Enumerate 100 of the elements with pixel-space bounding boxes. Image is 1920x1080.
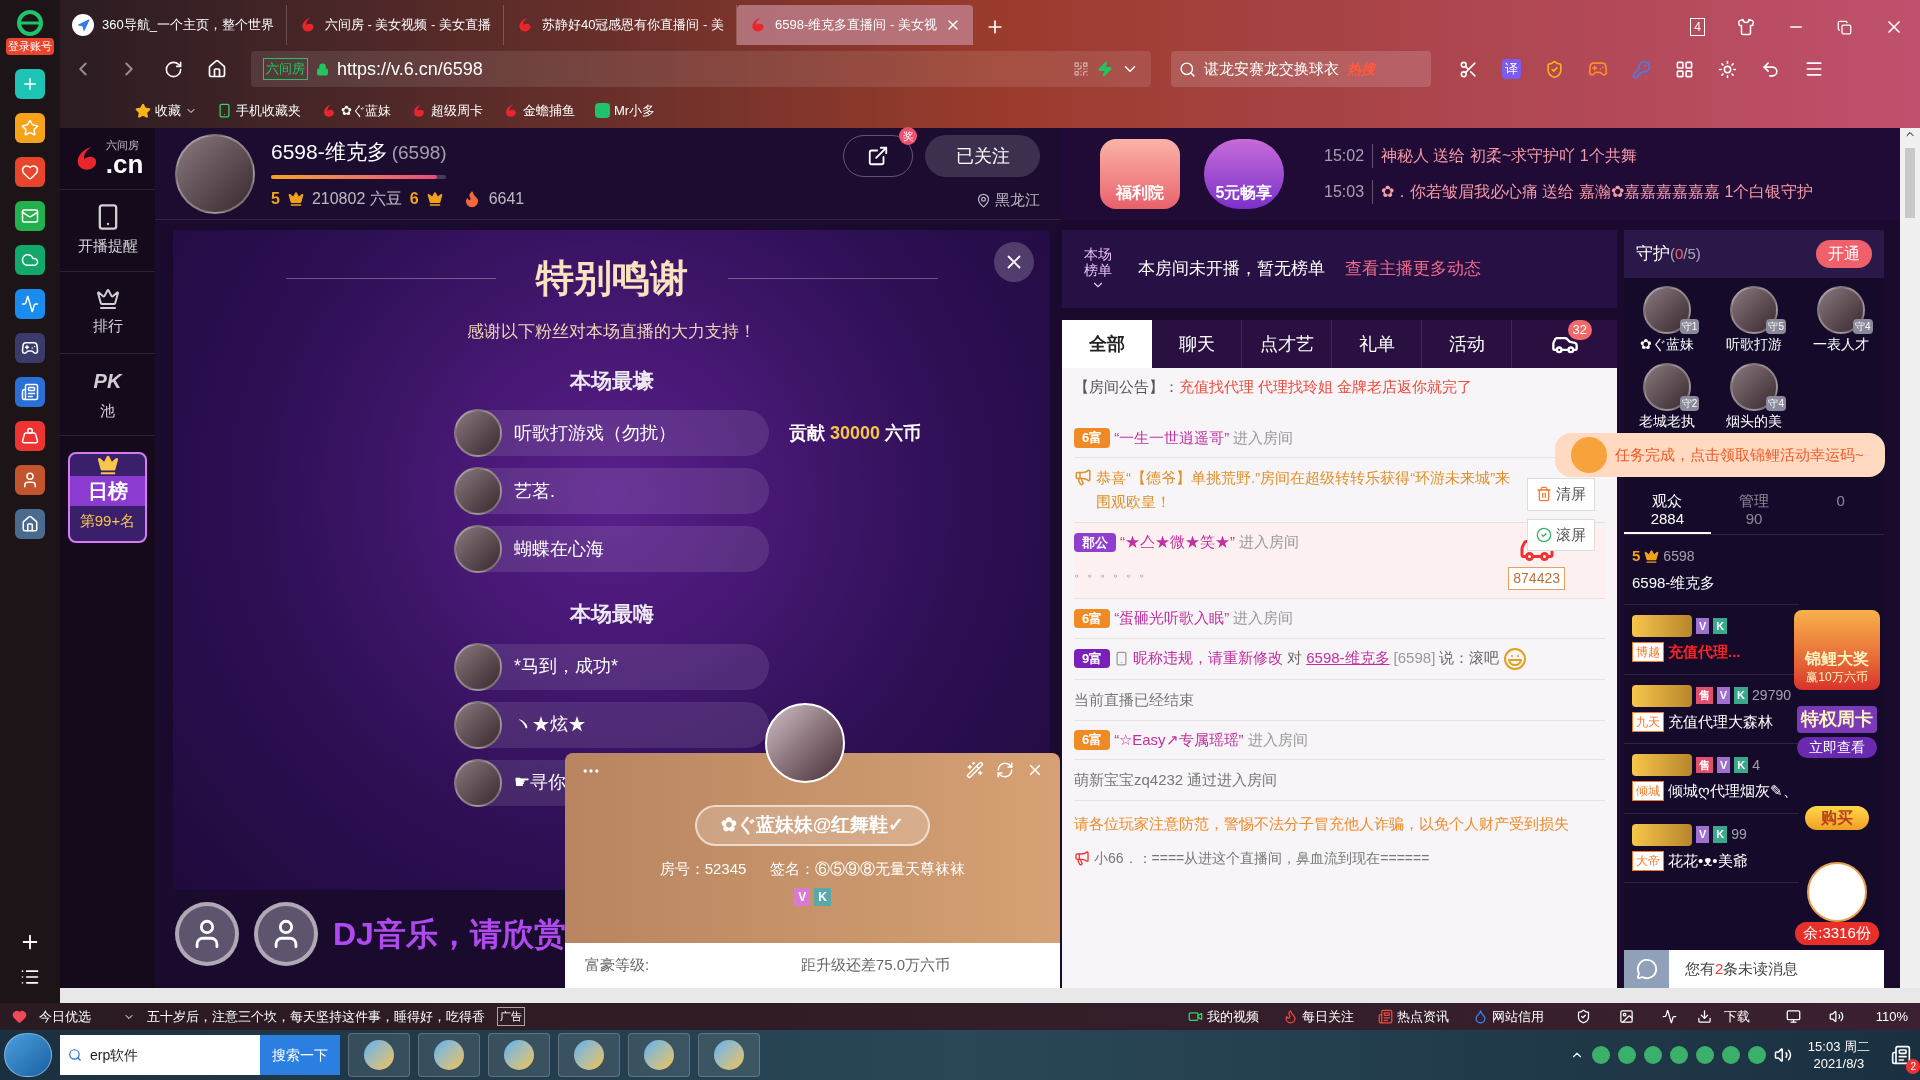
zoom-level[interactable]: 110% — [1875, 1006, 1908, 1027]
home-icon[interactable] — [207, 59, 227, 79]
status-link[interactable]: 网站信用 — [1472, 1006, 1544, 1027]
download-link[interactable]: 下载 — [1723, 1006, 1750, 1027]
viewer-tab[interactable]: 观众 2884 — [1624, 492, 1711, 534]
star-app-icon[interactable] — [15, 112, 45, 143]
taskbar-search-field[interactable]: erp软件 — [60, 1035, 260, 1075]
user-name[interactable]: “蛋砸光听歌入眠” — [1114, 607, 1230, 630]
weekly-card-banner[interactable]: 特权周卡 — [1797, 706, 1877, 733]
message-text: 进入房间 — [1233, 608, 1294, 628]
volume-icon[interactable] — [1828, 1009, 1844, 1024]
bookmark-item[interactable]: ✿ぐ蓝妹 — [321, 100, 391, 121]
chat-tab[interactable]: 全部 — [1062, 320, 1152, 368]
promo-badge[interactable]: 5元畅享 — [1204, 139, 1284, 209]
castle-app-icon[interactable] — [15, 508, 45, 539]
undo-icon[interactable] — [1761, 59, 1780, 79]
fan-avatar — [454, 758, 502, 807]
game-app-icon[interactable] — [15, 332, 45, 363]
chat-tool-button[interactable]: 清屏 — [1527, 478, 1595, 511]
daily-rank-badge[interactable]: 日榜 第99+名 — [68, 452, 147, 543]
gift-count: 874423 — [1508, 567, 1565, 590]
character-app-icon[interactable] — [15, 464, 45, 495]
follow-button[interactable]: 已关注 — [925, 135, 1040, 178]
scroll-thumb[interactable] — [1905, 148, 1915, 218]
rank-label[interactable]: 本场榜单 — [1078, 246, 1118, 278]
tab-title: 苏静好40冠感恩有你直播间 - 美 — [542, 16, 725, 35]
mail-app-icon[interactable] — [15, 200, 45, 231]
close-button[interactable] — [994, 242, 1034, 282]
target-link[interactable]: 6598-维克多 — [1306, 647, 1390, 670]
menu-icon[interactable] — [20, 967, 40, 987]
unread-messages-bar[interactable]: 您有2条未读消息 — [1624, 950, 1884, 988]
restore-icon[interactable] — [1837, 19, 1852, 35]
screen-icon[interactable] — [1785, 1009, 1801, 1024]
news-headline[interactable]: 五十岁后，注意三个坎，每天坚持这件事，睡得好，吃得香 — [147, 1006, 485, 1027]
browser-tab[interactable]: 六间房 - 美女视频 - 美女直播 — [286, 5, 505, 45]
skin-icon[interactable] — [1737, 18, 1755, 36]
guard-shield: 守2 — [1679, 396, 1700, 411]
taskbar-search-button[interactable]: 搜索一下 — [260, 1035, 340, 1075]
tab-count[interactable]: 4 — [1690, 18, 1705, 36]
scale-app-icon[interactable] — [15, 420, 45, 451]
bookmark-item[interactable]: 金蟾捕鱼 — [503, 100, 575, 121]
koi-prize-banner[interactable]: 锦鲤大奖 赢10万六币 — [1794, 610, 1880, 690]
user-name[interactable]: 昵称违规，请重新修改 — [1133, 647, 1284, 670]
feed-time: 15:02 — [1324, 144, 1374, 168]
viewer-name[interactable]: 花花•ᴥ•美爺 — [1668, 849, 1748, 872]
anchor-id: (6598) — [391, 140, 447, 165]
viewer-name[interactable]: 充值代理... — [1668, 641, 1741, 664]
cross-app-icon[interactable] — [15, 68, 45, 99]
viewer-name[interactable]: 倾城ღ代理烟灰✎、 — [1668, 780, 1798, 803]
search-field[interactable]: 谌龙安赛龙交换球衣 热搜 — [1171, 51, 1431, 87]
chat-tool-button[interactable]: 滚屏 — [1527, 518, 1595, 551]
status-link[interactable]: 热点资讯 — [1377, 1006, 1449, 1027]
user-name[interactable]: “一生一世逍遥哥” — [1114, 426, 1230, 449]
certificate-badge: 六间房 — [263, 58, 308, 80]
tag-badge: K — [1734, 756, 1749, 774]
health-icon[interactable] — [1661, 1009, 1677, 1024]
tag-badge: K — [1734, 687, 1749, 704]
brightness-icon[interactable] — [1718, 59, 1737, 79]
viewer-name[interactable]: 6598-维克多 — [1632, 571, 1716, 594]
daily-pick-link[interactable]: 今日优选 — [39, 1006, 91, 1027]
tag-badge: V — [1696, 617, 1710, 635]
reload-icon[interactable] — [164, 59, 183, 79]
volume-icon[interactable] — [1773, 1046, 1792, 1064]
remaining-count: 余:3316份 — [1795, 922, 1879, 945]
bookmark-item[interactable]: 收藏 — [135, 100, 197, 121]
grid-icon[interactable] — [1675, 59, 1694, 79]
target-id: [6598] — [1393, 648, 1436, 669]
weibo-app-icon[interactable] — [15, 156, 45, 187]
user-name[interactable]: “☆Easy↗专属瑶瑶” — [1114, 728, 1244, 751]
browser-tab[interactable]: 360导航_一个主页，整个世界 — [60, 5, 287, 45]
view-now-button[interactable]: 立即查看 — [1797, 737, 1877, 758]
bookmark-item[interactable]: Mr小多 — [595, 100, 656, 121]
browser-tab[interactable]: 6598-维克多直播间 - 美女视 — [737, 5, 973, 45]
viewer-tab[interactable]: 0 — [1797, 492, 1884, 534]
status-link[interactable]: 我的视频 — [1187, 1006, 1259, 1027]
cloud-app-icon[interactable] — [15, 244, 45, 275]
address-bar[interactable]: 六间房 https://v.6.cn/6598 — [251, 51, 1151, 87]
login-button[interactable]: 登录账号 — [6, 38, 54, 55]
message-text: 萌新宝宝zq4232 通过进入房间 — [1074, 771, 1278, 788]
p-app-icon[interactable] — [15, 288, 45, 319]
viewer-number: 4 — [1752, 755, 1761, 775]
viewer-tab[interactable]: 管理 90 — [1710, 492, 1798, 534]
scissors-icon[interactable] — [1459, 59, 1478, 79]
translate-button[interactable]: 译 — [1502, 59, 1521, 79]
crown-icon — [96, 454, 119, 476]
more-updates-link[interactable]: 查看主播更多动态 — [1345, 256, 1481, 282]
viewer-name[interactable]: 充值代理大森林 — [1668, 710, 1773, 733]
gift-message: 神秘人 送给 初柔~求守护吖 1个共舞 — [1381, 146, 1637, 166]
bookmark-item[interactable]: 超级周卡 — [411, 100, 483, 121]
user-name[interactable]: “★亼★微★笑★” — [1120, 531, 1235, 554]
start-button[interactable] — [4, 1033, 52, 1077]
message-text: 对 — [1287, 648, 1303, 669]
document-app-icon[interactable] — [15, 376, 45, 407]
bookmark-item[interactable]: 手机收藏夹 — [217, 100, 301, 121]
news-icon — [1377, 1009, 1393, 1024]
warning-notice: 请各位玩家注意防范，警惕不法分子冒充他人诈骗，以免个人财产受到损失 — [1074, 814, 1570, 834]
fan-avatar — [454, 525, 502, 573]
status-link[interactable]: 每日关注 — [1282, 1006, 1354, 1027]
app-icon — [595, 103, 610, 118]
image-icon[interactable] — [1618, 1009, 1634, 1024]
